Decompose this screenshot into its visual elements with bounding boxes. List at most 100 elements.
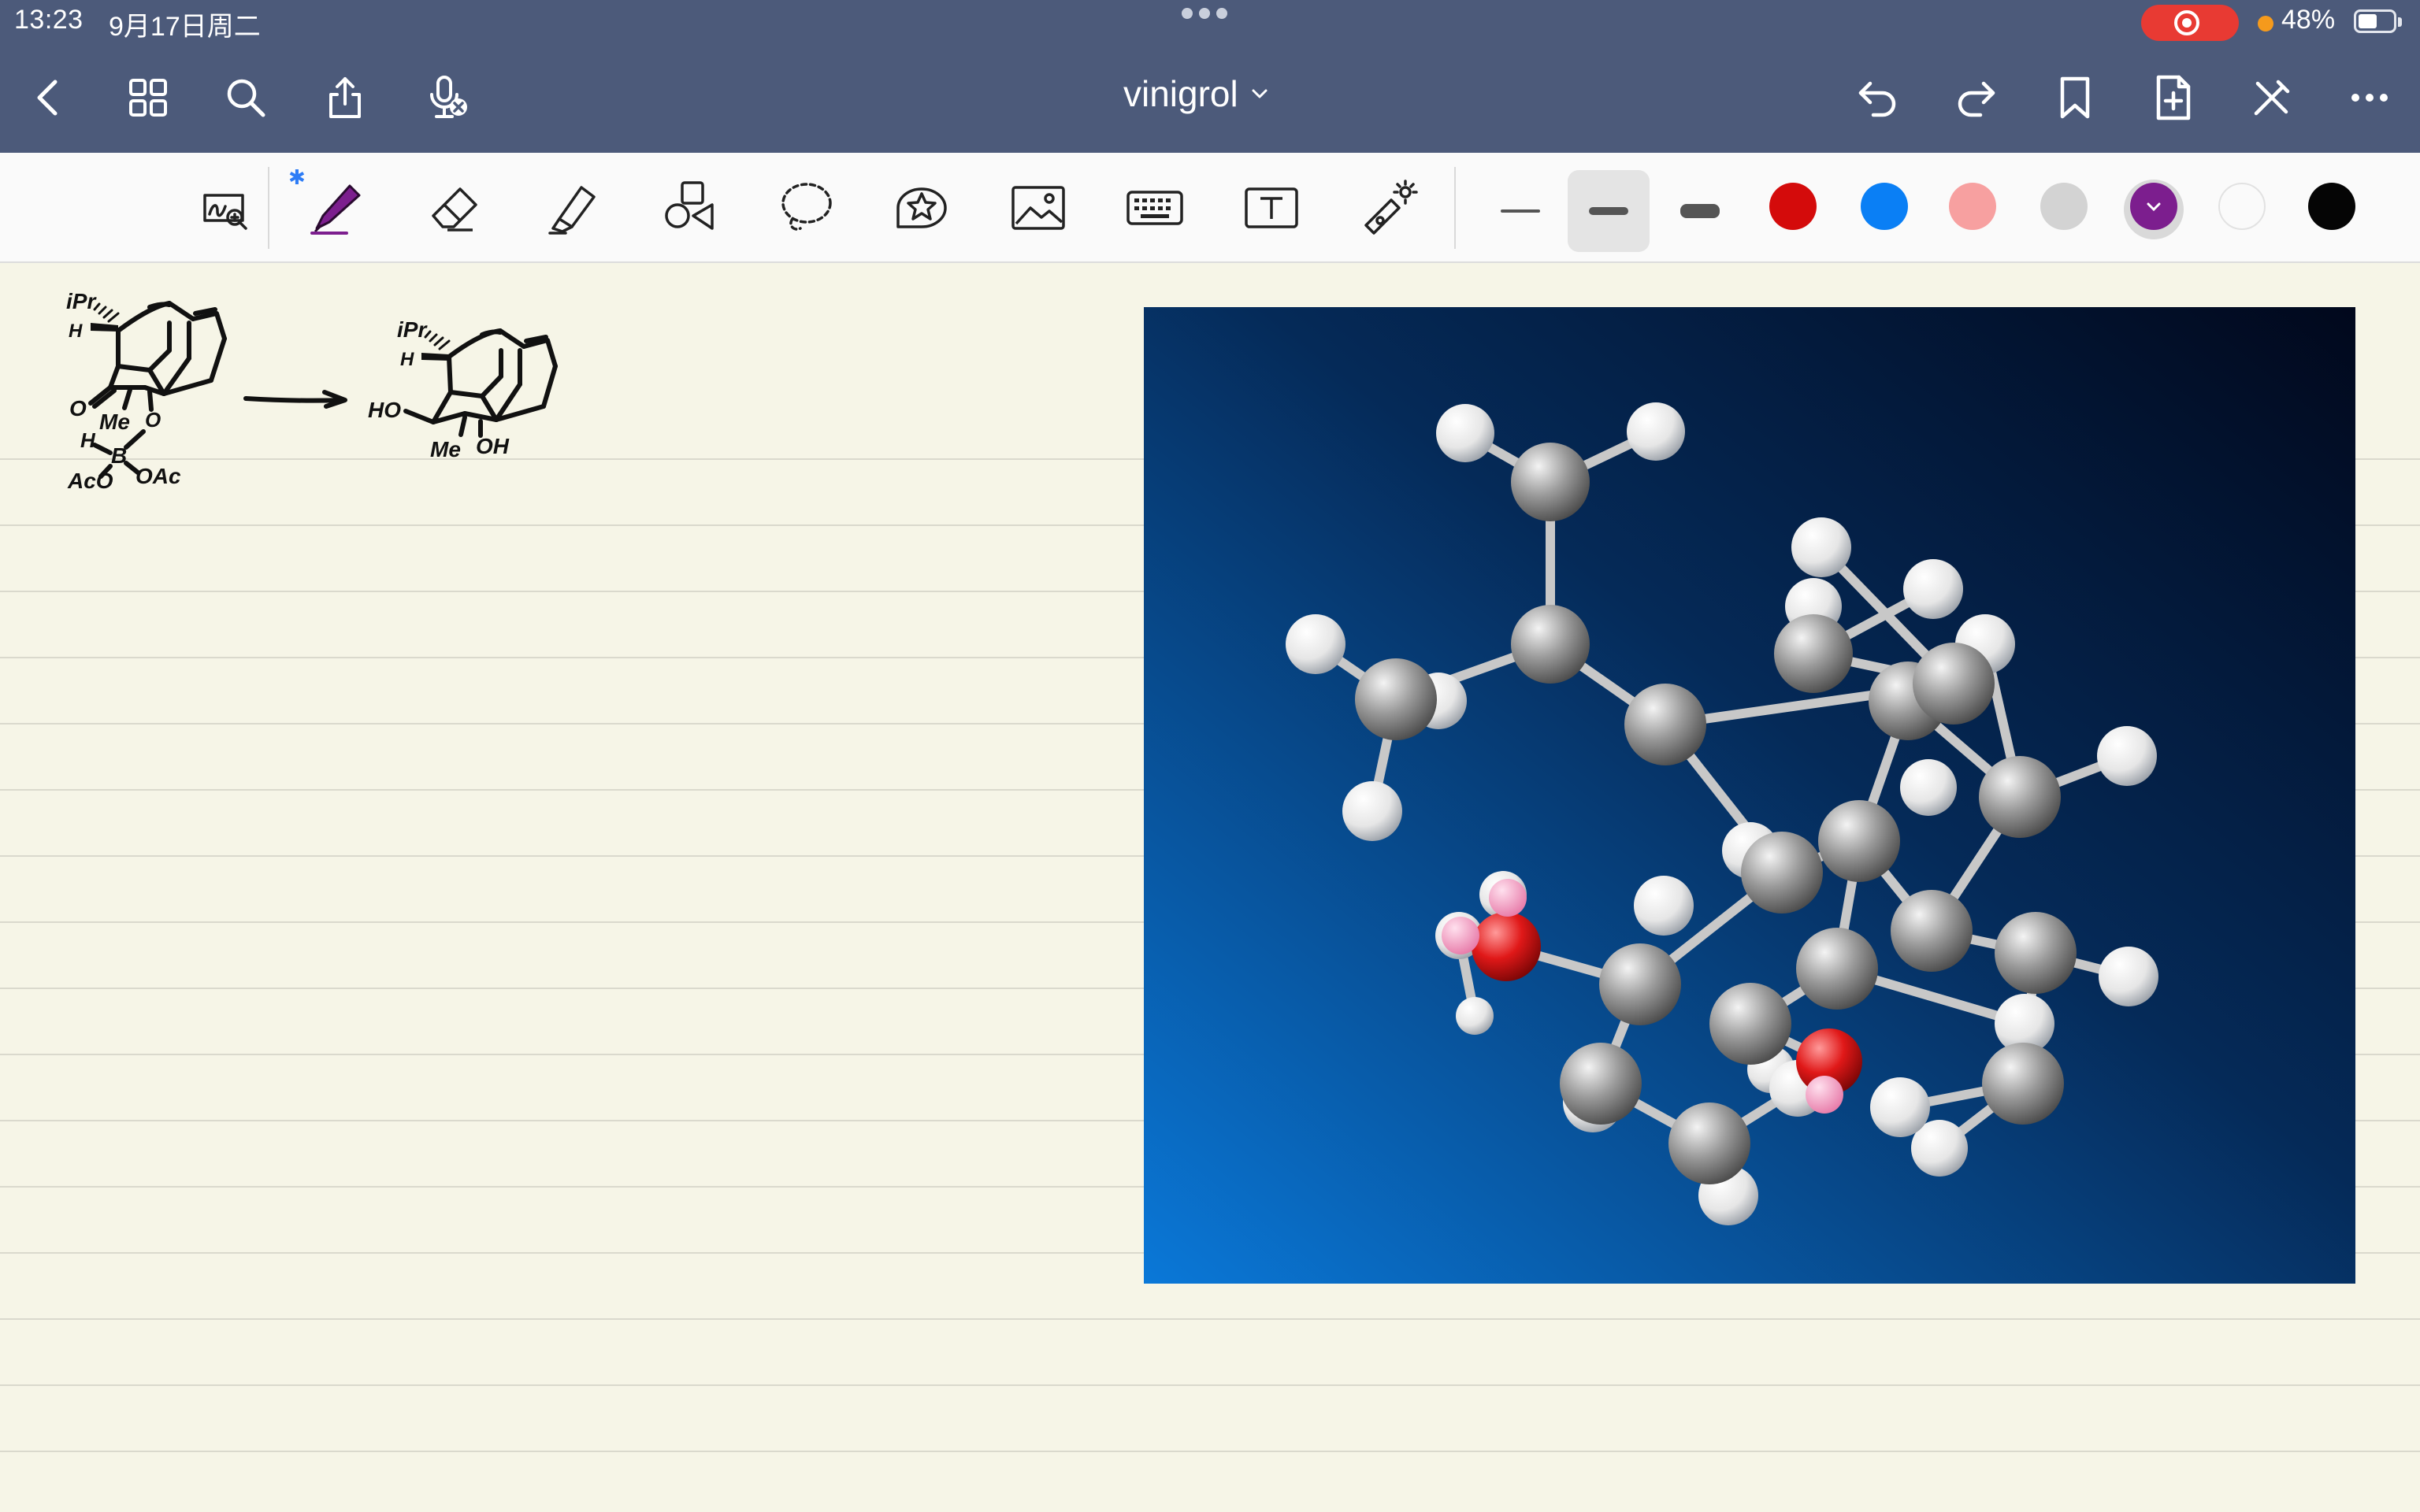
carbon-atom xyxy=(1668,1102,1750,1184)
hydrogen-atom xyxy=(1870,1077,1930,1137)
pen-icon xyxy=(310,184,361,235)
image-icon xyxy=(1011,186,1065,230)
carbon-atom xyxy=(1913,643,1995,724)
thumbnails-button[interactable] xyxy=(118,68,178,128)
hydrogen-atom xyxy=(1791,517,1851,577)
color-swatch[interactable] xyxy=(1861,183,1908,230)
color-swatch[interactable] xyxy=(2308,183,2355,230)
carbon-atom xyxy=(1818,800,1900,882)
share-button[interactable] xyxy=(315,68,375,128)
more-icon xyxy=(2351,94,2388,102)
hydrogen-atom xyxy=(1456,997,1494,1035)
search-button[interactable] xyxy=(216,68,276,128)
hydrogen-atom xyxy=(1286,614,1345,674)
undo-button[interactable] xyxy=(1848,68,1908,128)
carbon-atom xyxy=(1599,943,1681,1025)
hydrogen-atom xyxy=(1627,402,1685,461)
color-swatch[interactable] xyxy=(2040,183,2088,230)
highlighter-tool[interactable] xyxy=(536,170,611,246)
carbon-atom xyxy=(1979,756,2061,838)
pen-mode-button[interactable] xyxy=(2242,68,2302,128)
laser-pointer-tool[interactable] xyxy=(1350,170,1426,246)
document-title: vinigrol xyxy=(1123,73,1238,114)
keyboard-tool[interactable] xyxy=(1117,170,1193,246)
carbon-atom xyxy=(1891,890,1973,972)
zoom-window-icon xyxy=(203,194,247,230)
toolbar-divider xyxy=(1454,167,1456,249)
redo-button[interactable] xyxy=(1946,68,2006,128)
molecule-model-image[interactable] xyxy=(1144,307,2355,1284)
screen-recording-indicator[interactable] xyxy=(2141,5,2239,41)
ruled-line xyxy=(0,1384,2420,1386)
undo-icon xyxy=(1858,81,1896,117)
carbon-atom xyxy=(1355,658,1437,740)
carbon-atom xyxy=(1982,1043,2064,1125)
multitasking-handle[interactable] xyxy=(1182,8,1238,25)
hydrogen-atom xyxy=(1903,559,1963,619)
record-icon xyxy=(2174,10,2199,35)
status-date: 9月17日周二 xyxy=(109,12,261,42)
carbon-atom xyxy=(1741,832,1823,914)
carbon-atom xyxy=(1560,1043,1642,1125)
shapes-icon xyxy=(665,181,714,230)
shapes-tool[interactable] xyxy=(651,170,726,246)
share-icon xyxy=(329,77,361,118)
highlighter-icon xyxy=(548,186,596,235)
eraser-icon xyxy=(432,187,477,232)
document-title-button[interactable]: vinigrol xyxy=(1123,72,1270,115)
stroke-thick-button[interactable] xyxy=(1659,170,1741,252)
carbon-atom xyxy=(1774,614,1853,693)
add-page-icon xyxy=(2156,75,2191,120)
carbon-atom xyxy=(1709,983,1791,1065)
keyboard-icon xyxy=(1126,191,1183,225)
zoom-window-tool[interactable] xyxy=(186,170,262,246)
carbon-atom xyxy=(1511,443,1590,521)
audio-record-button[interactable] xyxy=(418,68,477,128)
sticker-icon xyxy=(896,187,947,228)
hydrogen-atom xyxy=(1634,876,1694,936)
hydroxyl-hydrogen-atom xyxy=(1442,917,1479,954)
image-tool[interactable] xyxy=(1000,170,1076,246)
text-box-icon xyxy=(1245,187,1298,228)
sticker-tool[interactable] xyxy=(884,170,959,246)
stroke-medium-button[interactable] xyxy=(1568,170,1650,252)
navigation-bar: 13:23 9月17日周二 48% vinigrol xyxy=(0,0,2420,153)
oxygen-atom xyxy=(1472,912,1541,981)
carbon-atom xyxy=(1511,605,1590,684)
text-box-tool[interactable] xyxy=(1234,170,1309,246)
laser-pointer-icon xyxy=(1364,180,1418,235)
bookmark-button[interactable] xyxy=(2045,68,2105,128)
color-swatch[interactable] xyxy=(2130,183,2177,230)
hydrogen-atom xyxy=(1436,404,1494,462)
color-swatch[interactable] xyxy=(2218,183,2266,230)
pen-tool[interactable] xyxy=(299,170,375,246)
toolbar-divider xyxy=(268,167,269,249)
grid-icon xyxy=(129,79,167,117)
chevron-down-icon xyxy=(2147,202,2161,212)
hydrogen-atom xyxy=(2097,726,2157,786)
eraser-tool[interactable] xyxy=(418,170,493,246)
chevron-left-icon xyxy=(37,80,58,116)
back-button[interactable] xyxy=(19,68,79,128)
hydrogen-atom xyxy=(2099,947,2158,1006)
chevron-down-icon xyxy=(1252,89,1268,98)
lasso-tool[interactable] xyxy=(767,170,843,246)
add-page-button[interactable] xyxy=(2143,68,2203,128)
hydrogen-atom xyxy=(1342,781,1402,841)
ruled-line xyxy=(0,1318,2420,1320)
color-swatch[interactable] xyxy=(1769,183,1817,230)
ruled-line xyxy=(0,1451,2420,1452)
carbon-atom xyxy=(1796,928,1878,1010)
hydroxyl-hydrogen-atom xyxy=(1489,879,1527,917)
status-time: 13:23 xyxy=(14,5,84,35)
microphone-icon xyxy=(430,76,467,118)
carbon-atom xyxy=(1624,684,1706,765)
color-swatch[interactable] xyxy=(1949,183,1996,230)
stroke-thin-button[interactable] xyxy=(1479,170,1561,252)
battery-percent: 48% xyxy=(2281,5,2336,35)
search-icon xyxy=(227,79,265,117)
hydrogen-atom xyxy=(1900,759,1957,816)
more-button[interactable] xyxy=(2340,68,2400,128)
privacy-indicator-dot xyxy=(2258,16,2273,32)
battery-icon xyxy=(2354,9,2402,33)
